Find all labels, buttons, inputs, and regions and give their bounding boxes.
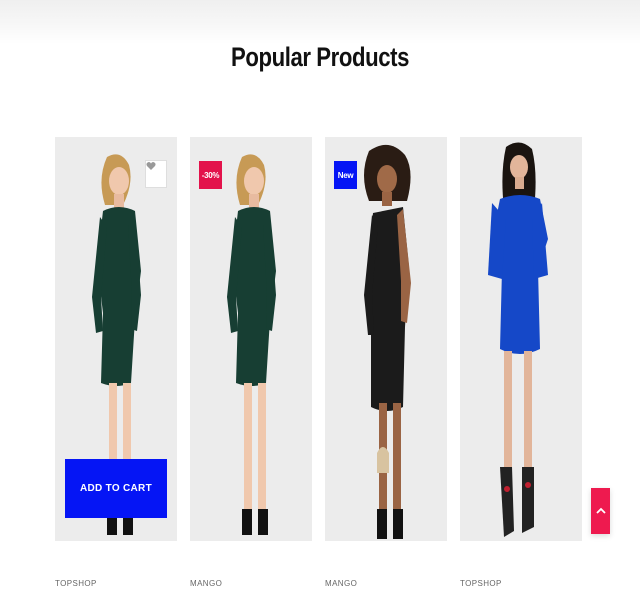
product-brand[interactable]: MANGO — [325, 579, 357, 588]
model-figure — [227, 154, 276, 535]
scroll-to-top-button[interactable] — [591, 488, 610, 534]
product-card[interactable]: New — [325, 137, 447, 541]
heart-icon — [146, 162, 156, 170]
new-badge: New — [334, 161, 357, 189]
product-card[interactable] — [460, 137, 582, 541]
product-image[interactable] — [460, 137, 582, 541]
chevron-up-icon — [595, 507, 606, 514]
product-brand[interactable]: TOPSHOP — [55, 579, 97, 588]
model-figure — [488, 142, 548, 537]
product-brand[interactable]: MANGO — [190, 579, 222, 588]
header-shadow — [0, 0, 640, 44]
discount-badge: -30% — [199, 161, 222, 189]
product-image[interactable]: New — [325, 137, 447, 541]
product-card[interactable]: -30% — [190, 137, 312, 541]
product-brand[interactable]: TOPSHOP — [460, 579, 502, 588]
model-figure — [364, 144, 411, 539]
wishlist-button[interactable] — [145, 160, 167, 188]
product-image[interactable]: -30% — [190, 137, 312, 541]
product-card[interactable]: ADD TO CART — [55, 137, 177, 541]
product-image[interactable]: ADD TO CART — [55, 137, 177, 541]
add-to-cart-button[interactable]: ADD TO CART — [65, 459, 167, 518]
section-title: Popular Products — [231, 42, 409, 72]
